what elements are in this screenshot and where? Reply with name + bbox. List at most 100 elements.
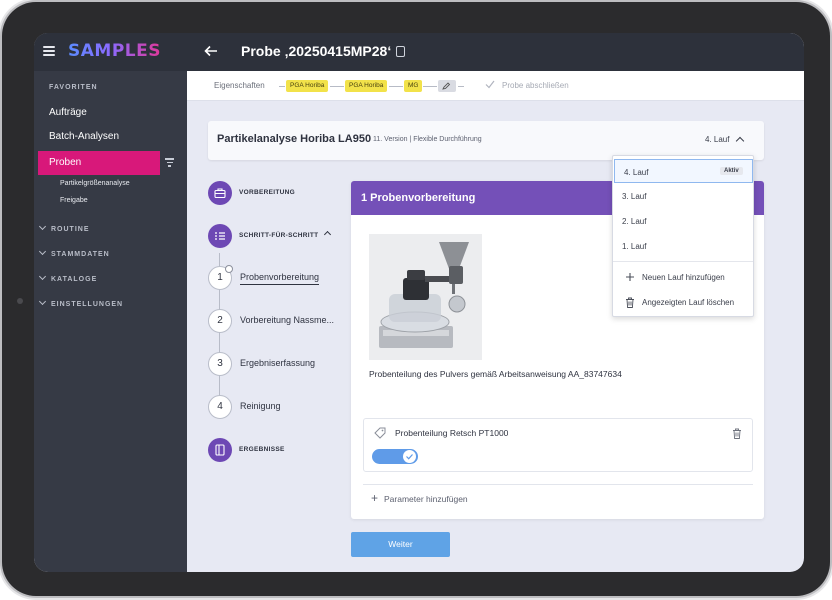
check-icon [485,80,495,89]
step-1-label[interactable]: Probenvorbereitung [240,272,320,285]
step-preparation-label[interactable]: VORBEREITUNG [239,189,295,196]
sidebar-item-label: Proben [49,157,82,168]
workflow-connector [423,86,437,87]
sidebar-group-kataloge[interactable]: KATALOGE [38,272,98,283]
camera-dot [17,298,23,304]
plus-icon [626,273,634,281]
briefcase-icon [214,188,226,199]
app-logo: SAMPLES [68,41,161,61]
workflow-step-properties[interactable]: Eigenschaften [214,81,265,90]
chevron-up-icon [324,230,332,239]
chevron-down-icon [38,272,47,281]
delete-run-button[interactable]: Angezeigten Lauf löschen [613,290,753,314]
step-results-icon[interactable] [208,438,232,462]
list-icon [215,232,225,240]
workflow-close-sample[interactable]: Probe abschließen [502,81,569,90]
sidebar-item-auftraege[interactable]: Aufträge [49,107,87,118]
step-2-number[interactable]: 2 [208,309,232,333]
step-results-label[interactable]: ERGEBNISSE [239,446,285,453]
sidebar-group-einstellungen[interactable]: EINSTELLUNGEN [38,297,124,308]
chevron-down-icon [38,247,47,256]
run-option-label: 4. Lauf [624,168,649,177]
pencil-icon [442,82,451,90]
method-title: Partikelanalyse Horiba LA950 [217,133,372,145]
trash-icon[interactable] [732,428,742,439]
sidebar-item-proben[interactable]: Proben [38,151,160,175]
run-option-label: 1. Lauf [622,242,647,251]
check-icon [406,454,413,460]
trash-icon [626,297,634,308]
hamburger-menu-icon[interactable] [43,46,55,56]
sidebar-group-stammdaten[interactable]: STAMMDATEN [38,247,110,258]
toggle-knob [403,450,416,463]
step-stepwise-text: SCHRITT-FÜR-SCHRITT [239,232,319,239]
page-title: Probe ‚20250415MP28‘ [241,43,392,59]
workflow-connector [389,86,403,87]
workflow-chip-pga-horiba[interactable]: PGA Horiba [286,80,329,92]
dropdown-divider [613,261,753,262]
sidebar-item-batch-analysen[interactable]: Batch-Analysen [49,131,119,142]
step-4-number[interactable]: 4 [208,395,232,419]
sidebar-group-label: EINSTELLUNGEN [51,301,124,308]
document-icon [215,444,225,456]
step-3-label[interactable]: Ergebniserfassung [240,358,315,368]
back-arrow-icon[interactable] [204,44,218,58]
step-stepwise-label[interactable]: SCHRITT-FÜR-SCHRITT [239,230,332,239]
sidebar-group-routine[interactable]: ROUTINE [38,222,90,233]
workflow-connector [458,86,464,87]
sidebar-header: SAMPLES [34,33,187,71]
step-detail-title: 1 Probenvorbereitung [361,192,476,204]
step-caption: Probenteilung des Pulvers gemäß Arbeitsa… [369,369,622,379]
step-1-status-icon [225,265,233,273]
parameter-toggle[interactable] [372,449,418,464]
run-option-2[interactable]: 2. Lauf [613,209,753,233]
sidebar: SAMPLES FAVORITEN Aufträge Batch-Analyse… [34,33,187,572]
tablet-frame: SAMPLES FAVORITEN Aufträge Batch-Analyse… [2,2,830,596]
add-parameter-label: Parameter hinzufügen [384,494,468,504]
active-badge: Aktiv [720,167,743,175]
run-selector[interactable]: 4. Lauf [705,135,729,144]
app-screen: SAMPLES FAVORITEN Aufträge Batch-Analyse… [34,33,804,572]
step-2-label[interactable]: Vorbereitung Nassme... [240,315,334,325]
chevron-up-icon[interactable] [735,136,745,146]
step-3-number[interactable]: 3 [208,352,232,376]
run-option-1[interactable]: 1. Lauf [613,234,753,258]
sidebar-group-label: STAMMDATEN [51,251,110,258]
top-bar: Probe ‚20250415MP28‘ [187,33,804,71]
plus-icon: + [371,491,379,505]
add-run-label: Neuen Lauf hinzufügen [642,273,725,282]
chevron-down-icon [38,222,47,231]
step-preparation-icon[interactable] [208,181,232,205]
divider [363,484,753,485]
copy-icon[interactable] [396,46,405,57]
workflow-bar: Eigenschaften PGA Horiba PGA Horiba MG P… [187,71,804,101]
sidebar-subitem-freigabe[interactable]: Freigabe [60,197,88,204]
workflow-chip-edit[interactable] [438,80,456,92]
favorites-heading: FAVORITEN [49,84,98,91]
sidebar-group-label: ROUTINE [51,226,90,233]
continue-button[interactable]: Weiter [351,532,450,557]
workflow-chip-pga-horiba-2[interactable]: PGA Horiba [345,80,388,92]
sidebar-group-label: KATALOGE [51,276,98,283]
chevron-down-icon [38,297,47,306]
run-dropdown: 4. Lauf Aktiv 3. Lauf 2. Lauf 1. Lauf Neu… [612,155,754,317]
run-option-4[interactable]: 4. Lauf Aktiv [614,159,753,183]
sample-divider-image [369,234,482,360]
run-option-label: 2. Lauf [622,217,647,226]
parameter-row: Probenteilung Retsch PT1000 [363,418,753,472]
step-4-label[interactable]: Reinigung [240,401,281,411]
parameter-label: Probenteilung Retsch PT1000 [395,428,509,438]
workflow-chip-mg[interactable]: MG [404,80,423,92]
step-stepwise-icon[interactable] [208,224,232,248]
add-run-button[interactable]: Neuen Lauf hinzufügen [613,265,753,289]
workflow-connector [279,86,285,87]
sidebar-subitem-partikelgroessenanalyse[interactable]: Partikelgrößenanalyse [60,180,130,187]
add-parameter-button[interactable]: + Parameter hinzufügen [371,491,468,505]
method-subtitle: 11. Version | Flexible Durchführung [373,136,482,143]
run-option-3[interactable]: 3. Lauf [613,184,753,208]
workflow-connector [330,86,344,87]
filter-icon[interactable] [165,158,174,167]
run-option-label: 3. Lauf [622,192,647,201]
tag-icon [374,427,386,439]
device-photo [369,234,482,360]
